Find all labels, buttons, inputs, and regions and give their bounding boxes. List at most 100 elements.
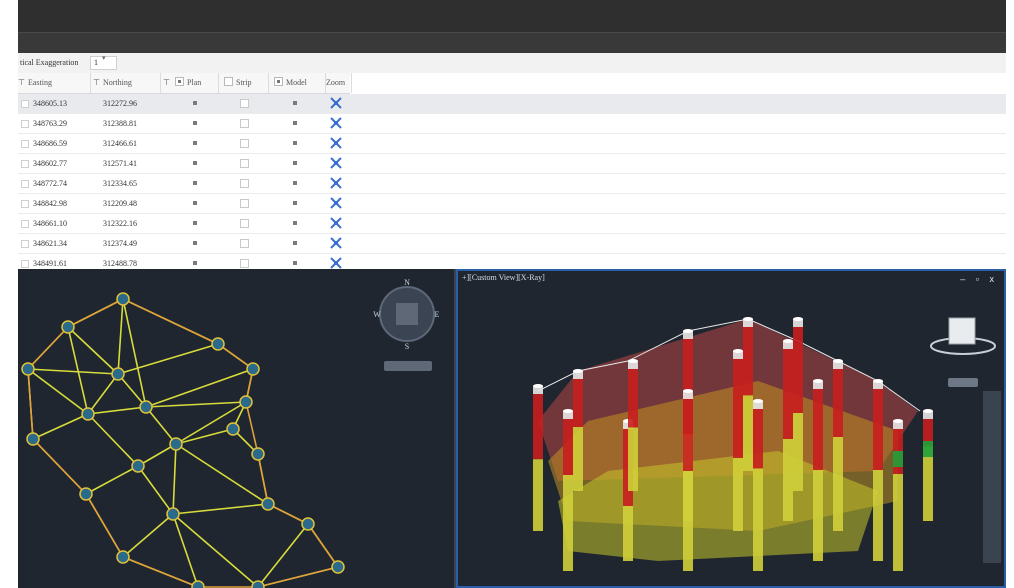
row-selector[interactable] <box>21 200 29 208</box>
collar-marker[interactable] <box>301 517 315 531</box>
zoom-icon[interactable] <box>330 257 342 269</box>
row-selector[interactable] <box>21 260 29 268</box>
model-checkbox-checked[interactable] <box>293 201 297 205</box>
plan-all-checkbox[interactable] <box>174 77 184 86</box>
cell-easting[interactable]: 348661.10 <box>33 214 67 233</box>
cell-northing[interactable]: 312334.65 <box>103 174 137 193</box>
table-row[interactable]: 348686.59 312466.61 <box>18 134 1006 154</box>
model-checkbox-checked[interactable] <box>293 241 297 245</box>
drillhole-collar-3d[interactable] <box>743 317 753 321</box>
wcs-menu-button[interactable] <box>384 361 432 371</box>
zoom-icon[interactable] <box>330 177 342 189</box>
plan-checkbox-checked[interactable] <box>193 201 197 205</box>
zoom-icon[interactable] <box>330 97 342 109</box>
collar-marker[interactable] <box>191 580 205 588</box>
column-header-easting[interactable]: ⊤ Easting <box>18 73 91 93</box>
plan-viewport[interactable]: N S W E <box>18 269 456 588</box>
drillhole-collar-3d[interactable] <box>573 369 583 373</box>
collar-marker[interactable] <box>169 437 183 451</box>
column-header-northing[interactable]: ⊤ Northing <box>90 73 161 93</box>
cell-easting[interactable]: 348621.34 <box>33 234 67 253</box>
drillhole-collar-3d[interactable] <box>533 384 543 388</box>
collar-marker[interactable] <box>331 560 345 574</box>
plan-checkbox-checked[interactable] <box>193 261 197 265</box>
drillhole-collar-3d[interactable] <box>923 409 933 413</box>
strip-checkbox[interactable] <box>240 219 249 228</box>
row-selector[interactable] <box>21 220 29 228</box>
strip-checkbox[interactable] <box>240 119 249 128</box>
row-selector[interactable] <box>21 180 29 188</box>
plan-checkbox-checked[interactable] <box>193 221 197 225</box>
zoom-icon[interactable] <box>330 217 342 229</box>
plan-checkbox-checked[interactable] <box>193 101 197 105</box>
cell-easting[interactable]: 348686.59 <box>33 134 67 153</box>
table-row[interactable]: 348842.98 312209.48 <box>18 194 1006 214</box>
plan-checkbox-checked[interactable] <box>193 161 197 165</box>
plan-view-canvas[interactable]: N S W E <box>18 269 456 588</box>
collar-marker[interactable] <box>116 550 130 564</box>
table-row[interactable]: 348602.77 312571.41 <box>18 154 1006 174</box>
collar-marker[interactable] <box>251 580 265 588</box>
collar-marker[interactable] <box>139 400 153 414</box>
strip-checkbox[interactable] <box>240 139 249 148</box>
drillhole-collar-3d[interactable] <box>873 379 883 383</box>
plan-checkbox-checked[interactable] <box>193 241 197 245</box>
drillhole-collar-3d[interactable] <box>563 409 573 413</box>
drillhole-collar-3d[interactable] <box>893 419 903 423</box>
cell-northing[interactable]: 312322.16 <box>103 214 137 233</box>
strip-all-checkbox[interactable] <box>224 77 233 86</box>
strip-checkbox[interactable] <box>240 259 249 268</box>
model-checkbox-checked[interactable] <box>293 161 297 165</box>
chevron-down-icon[interactable]: ▾ <box>102 54 106 62</box>
drillhole-collar-3d[interactable] <box>733 349 743 353</box>
table-row[interactable]: 348772.74 312334.65 <box>18 174 1006 194</box>
collar-marker[interactable] <box>79 487 93 501</box>
column-header-zoom[interactable]: Zoom <box>325 73 352 93</box>
strip-checkbox[interactable] <box>240 239 249 248</box>
drillhole-collar-3d[interactable] <box>683 329 693 333</box>
cell-northing[interactable]: 312388.81 <box>103 114 137 133</box>
drillhole-collar-3d[interactable] <box>813 379 823 383</box>
drillhole-collar-3d[interactable] <box>793 317 803 321</box>
viewcube-compass[interactable]: N S W E <box>373 278 440 371</box>
zoom-icon[interactable] <box>330 157 342 169</box>
strip-checkbox[interactable] <box>240 99 249 108</box>
cell-northing[interactable]: 312272.96 <box>103 94 137 113</box>
model-all-checkbox[interactable] <box>274 77 283 86</box>
collar-marker[interactable] <box>21 362 35 376</box>
row-selector[interactable] <box>21 140 29 148</box>
column-header-model[interactable]: Model <box>268 73 326 93</box>
collar-marker[interactable] <box>61 320 75 334</box>
row-selector[interactable] <box>21 160 29 168</box>
filter-icon[interactable]: ⊤ <box>93 78 100 87</box>
cell-easting[interactable]: 348842.98 <box>33 194 67 213</box>
plan-checkbox-checked[interactable] <box>193 141 197 145</box>
collar-marker[interactable] <box>261 497 275 511</box>
collar-marker[interactable] <box>116 292 130 306</box>
collar-marker[interactable] <box>251 447 265 461</box>
drillhole-collar-3d[interactable] <box>783 339 793 343</box>
navigation-bar[interactable] <box>983 391 1001 563</box>
zoom-icon[interactable] <box>330 117 342 129</box>
strip-checkbox[interactable] <box>240 159 249 168</box>
table-row[interactable]: 348605.13 312272.96 <box>18 94 1006 114</box>
collar-marker[interactable] <box>131 459 145 473</box>
table-row[interactable]: 348763.29 312388.81 <box>18 114 1006 134</box>
drillhole-collar-3d[interactable] <box>628 359 638 363</box>
cell-northing[interactable]: 312374.49 <box>103 234 137 253</box>
column-header-plan[interactable]: ⊤ Plan <box>160 73 219 93</box>
cell-easting[interactable]: 348763.29 <box>33 114 67 133</box>
strip-checkbox[interactable] <box>240 179 249 188</box>
zoom-icon[interactable] <box>330 137 342 149</box>
cell-northing[interactable]: 312209.48 <box>103 194 137 213</box>
row-selector[interactable] <box>21 100 29 108</box>
row-selector[interactable] <box>21 120 29 128</box>
drillhole-collar-3d[interactable] <box>683 389 693 393</box>
model-checkbox-checked[interactable] <box>293 141 297 145</box>
plan-checkbox-checked[interactable] <box>193 121 197 125</box>
filter-icon[interactable]: ⊤ <box>163 78 170 87</box>
model-checkbox-checked[interactable] <box>293 181 297 185</box>
collar-marker[interactable] <box>226 422 240 436</box>
drillhole-collar-3d[interactable] <box>833 359 843 363</box>
zoom-icon[interactable] <box>330 237 342 249</box>
